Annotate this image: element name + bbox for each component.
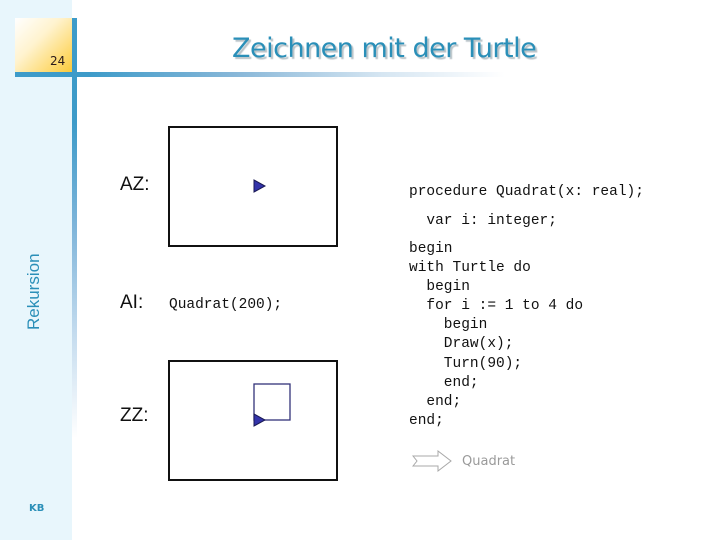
- initial-state-label: AZ:: [120, 174, 150, 195]
- initial-state-canvas: [168, 126, 338, 247]
- quadrat-link[interactable]: Quadrat: [462, 454, 515, 469]
- code-line: begin: [409, 241, 453, 257]
- title-underline: [15, 72, 505, 77]
- final-canvas-drawing: [253, 383, 291, 427]
- section-label: Rekursion: [24, 253, 43, 330]
- code-line: procedure Quadrat(x: real);: [409, 184, 644, 200]
- code-line: begin: [409, 317, 488, 333]
- slide-title: Zeichnen mit der Turtle: [232, 33, 537, 64]
- final-state-canvas: [168, 360, 338, 481]
- initial-canvas-drawing: [253, 179, 267, 193]
- code-line: for i := 1 to 4 do: [409, 298, 584, 314]
- code-line: begin: [409, 279, 470, 295]
- slide-number: 24: [50, 54, 66, 68]
- code-line: Draw(x);: [409, 336, 514, 352]
- hollow-arrow-right-icon: [411, 449, 452, 473]
- quadrat-link-arrow[interactable]: [411, 449, 454, 476]
- final-state-label: ZZ:: [120, 405, 149, 426]
- instruction-label: AI:: [120, 292, 144, 313]
- code-line: end;: [409, 413, 444, 429]
- code-line: with Turtle do: [409, 260, 531, 276]
- code-line: end;: [409, 394, 462, 410]
- vertical-divider: [72, 18, 77, 438]
- turtle-triangle-icon: [253, 179, 267, 193]
- code-line: Turn(90);: [409, 356, 523, 372]
- code-line: end;: [409, 375, 479, 391]
- drawn-square: [253, 383, 291, 421]
- code-line: var i: integer;: [409, 213, 557, 229]
- turtle-triangle-icon: [253, 413, 267, 427]
- author-initials: KB: [29, 503, 45, 514]
- instruction-code: Quadrat(200);: [169, 297, 283, 313]
